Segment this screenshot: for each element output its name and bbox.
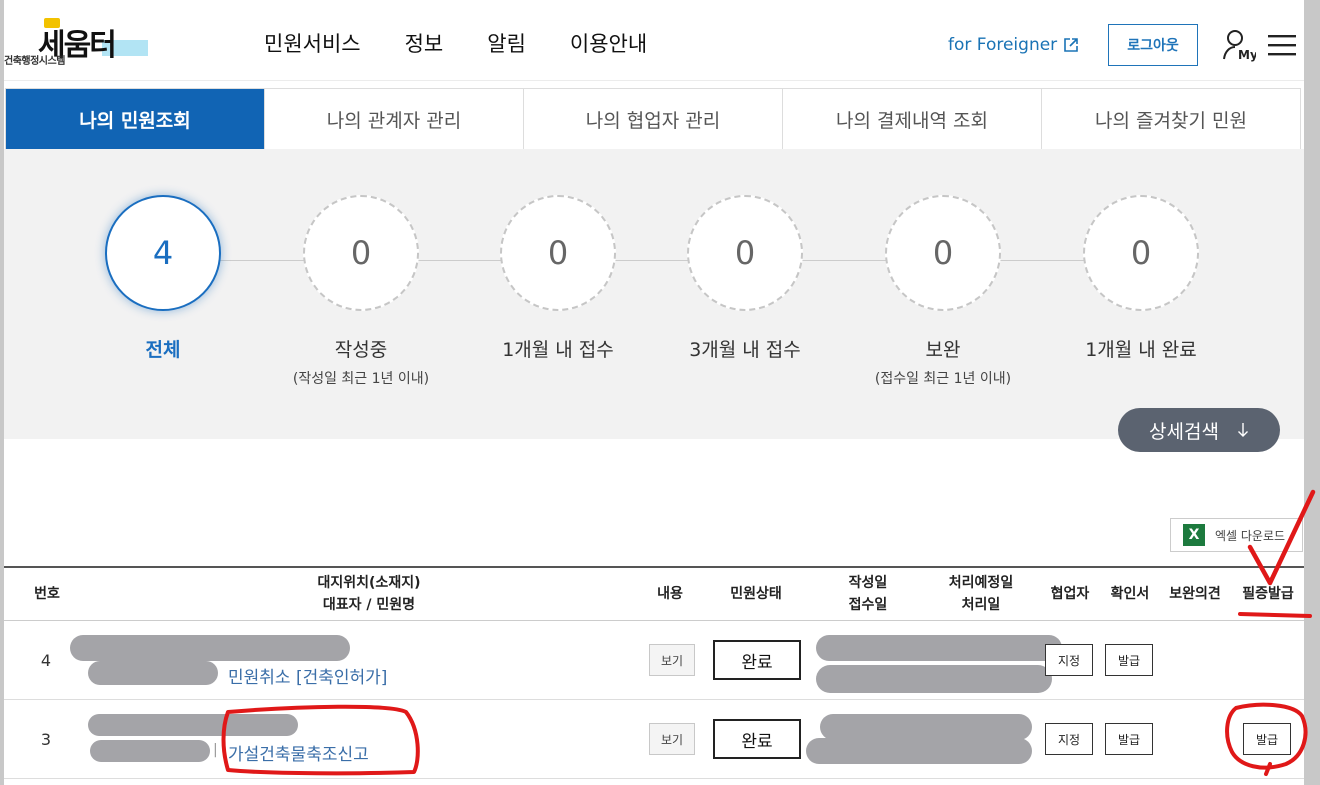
redacted-block [90, 740, 210, 762]
redacted-block [820, 714, 1032, 740]
logo[interactable]: 세움터 건축행정시스템 [4, 12, 164, 68]
page: 세움터 건축행정시스템 민원서비스 정보 알림 이용안내 for Foreign… [4, 0, 1304, 785]
stat-label: 1개월 내 접수 [502, 339, 614, 361]
stat-received-1month[interactable]: 0 1개월 내 접수 [458, 195, 658, 362]
hamburger-menu-icon[interactable] [1268, 34, 1296, 56]
logo-subtitle: 건축행정시스템 [4, 56, 65, 67]
table-header: 번호 대지위치(소재지) 대표자 / 민원명 내용 민원상태 작성일 접수일 처… [4, 566, 1304, 621]
tab-my-favorites[interactable]: 나의 즐겨찾기 민원 [1041, 89, 1300, 149]
arrow-down-icon [1237, 423, 1248, 437]
row-number: 4 [40, 650, 52, 670]
col-supplement-opinion: 보완의견 [1169, 586, 1221, 602]
excel-download-button[interactable]: X 엑셀 다운로드 [1170, 518, 1303, 552]
col-status: 민원상태 [730, 586, 782, 602]
redacted-block [816, 665, 1052, 693]
stat-count: 0 [687, 195, 803, 311]
col-dates: 작성일 접수일 [848, 575, 888, 613]
col-confirmation: 확인서 [1110, 586, 1150, 602]
stat-label: 전체 [145, 339, 181, 361]
table-row: 4 민원취소 [건축인허가] 보기 완료 지정 발급 [4, 621, 1304, 700]
stat-count: 0 [885, 195, 1001, 311]
stat-count: 0 [1083, 195, 1199, 311]
my-label: My [1238, 48, 1256, 62]
tab-my-payments[interactable]: 나의 결제내역 조회 [782, 89, 1041, 149]
civil-request-table: 번호 대지위치(소재지) 대표자 / 민원명 내용 민원상태 작성일 접수일 처… [4, 566, 1304, 779]
stat-all[interactable]: 4 전체 [63, 195, 263, 362]
tab-bar: 나의 민원조회 나의 관계자 관리 나의 협업자 관리 나의 결제내역 조회 나… [5, 88, 1301, 149]
status-badge: 완료 [713, 719, 801, 759]
col-collaborator: 협업자 [1050, 586, 1090, 602]
nav-item-guide[interactable]: 이용안내 [570, 28, 647, 58]
table-row: 3 | 가설건축물축조신고 보기 완료 지정 발급 발급 [4, 700, 1304, 779]
stat-received-3months[interactable]: 0 3개월 내 접수 [645, 195, 845, 362]
redacted-block [88, 714, 298, 736]
stat-sublabel: (접수일 최근 1년 이내) [874, 371, 1012, 387]
stat-completed-1month[interactable]: 0 1개월 내 완료 [1041, 195, 1241, 362]
redacted-block [88, 661, 218, 685]
col-location: 대지위치(소재지) 대표자 / 민원명 [317, 575, 421, 613]
nav-item-notice[interactable]: 알림 [487, 28, 526, 58]
view-button[interactable]: 보기 [649, 644, 695, 676]
logout-button[interactable]: 로그아웃 [1108, 24, 1198, 66]
status-badge: 완료 [713, 640, 801, 680]
main-nav: 민원서비스 정보 알림 이용안내 [264, 28, 647, 58]
for-foreigner-link[interactable]: for Foreigner [948, 35, 1079, 55]
stat-count: 0 [500, 195, 616, 311]
detail-search-button[interactable]: 상세검색 [1118, 408, 1280, 452]
col-certificate: 필증발급 [1242, 586, 1294, 602]
col-content: 내용 [657, 586, 683, 602]
col-number: 번호 [34, 586, 60, 602]
civil-request-name-link[interactable]: 가설건축물축조신고 [228, 740, 369, 765]
issue-certificate-button[interactable]: 발급 [1243, 723, 1291, 755]
stat-label: 3개월 내 접수 [689, 339, 801, 361]
tab-my-civil-inquiry[interactable]: 나의 민원조회 [6, 89, 264, 149]
redacted-block [806, 738, 1032, 764]
redacted-block [816, 635, 1062, 661]
stat-supplement[interactable]: 0 보완 (접수일 최근 1년 이내) [843, 195, 1043, 388]
redacted-block [70, 635, 350, 661]
status-summary-panel: 4 전체 0 작성중 (작성일 최근 1년 이내) 0 1개월 내 접수 0 3… [4, 149, 1304, 452]
civil-request-name-link[interactable]: 민원취소 [건축인허가] [228, 663, 387, 688]
nav-item-info[interactable]: 정보 [405, 28, 444, 58]
for-foreigner-label: for Foreigner [948, 35, 1058, 55]
assign-collaborator-button[interactable]: 지정 [1045, 644, 1093, 676]
nav-item-civil-service[interactable]: 민원서비스 [264, 28, 361, 58]
stat-label: 작성중 [334, 339, 388, 361]
assign-collaborator-button[interactable]: 지정 [1045, 723, 1093, 755]
view-button[interactable]: 보기 [649, 723, 695, 755]
header-divider [4, 80, 1304, 81]
tab-my-collaborators[interactable]: 나의 협업자 관리 [523, 89, 782, 149]
stat-sublabel: (작성일 최근 1년 이내) [292, 371, 430, 387]
detail-search-label: 상세검색 [1149, 420, 1219, 443]
issue-confirmation-button[interactable]: 발급 [1105, 644, 1153, 676]
stat-label: 보완 [925, 339, 961, 361]
stat-label: 1개월 내 완료 [1085, 339, 1197, 361]
issue-confirmation-button[interactable]: 발급 [1105, 723, 1153, 755]
stat-count: 4 [105, 195, 221, 311]
excel-download-label: 엑셀 다운로드 [1215, 528, 1286, 543]
my-page-icon[interactable]: My [1222, 28, 1256, 62]
stat-count: 0 [303, 195, 419, 311]
tab-my-stakeholders[interactable]: 나의 관계자 관리 [264, 89, 523, 149]
external-link-icon [1064, 38, 1078, 52]
stat-drafting[interactable]: 0 작성중 (작성일 최근 1년 이내) [261, 195, 461, 388]
col-due: 처리예정일 처리일 [948, 575, 1014, 613]
row-number: 3 [40, 729, 52, 749]
separator: | [213, 742, 218, 758]
excel-icon: X [1183, 524, 1205, 546]
